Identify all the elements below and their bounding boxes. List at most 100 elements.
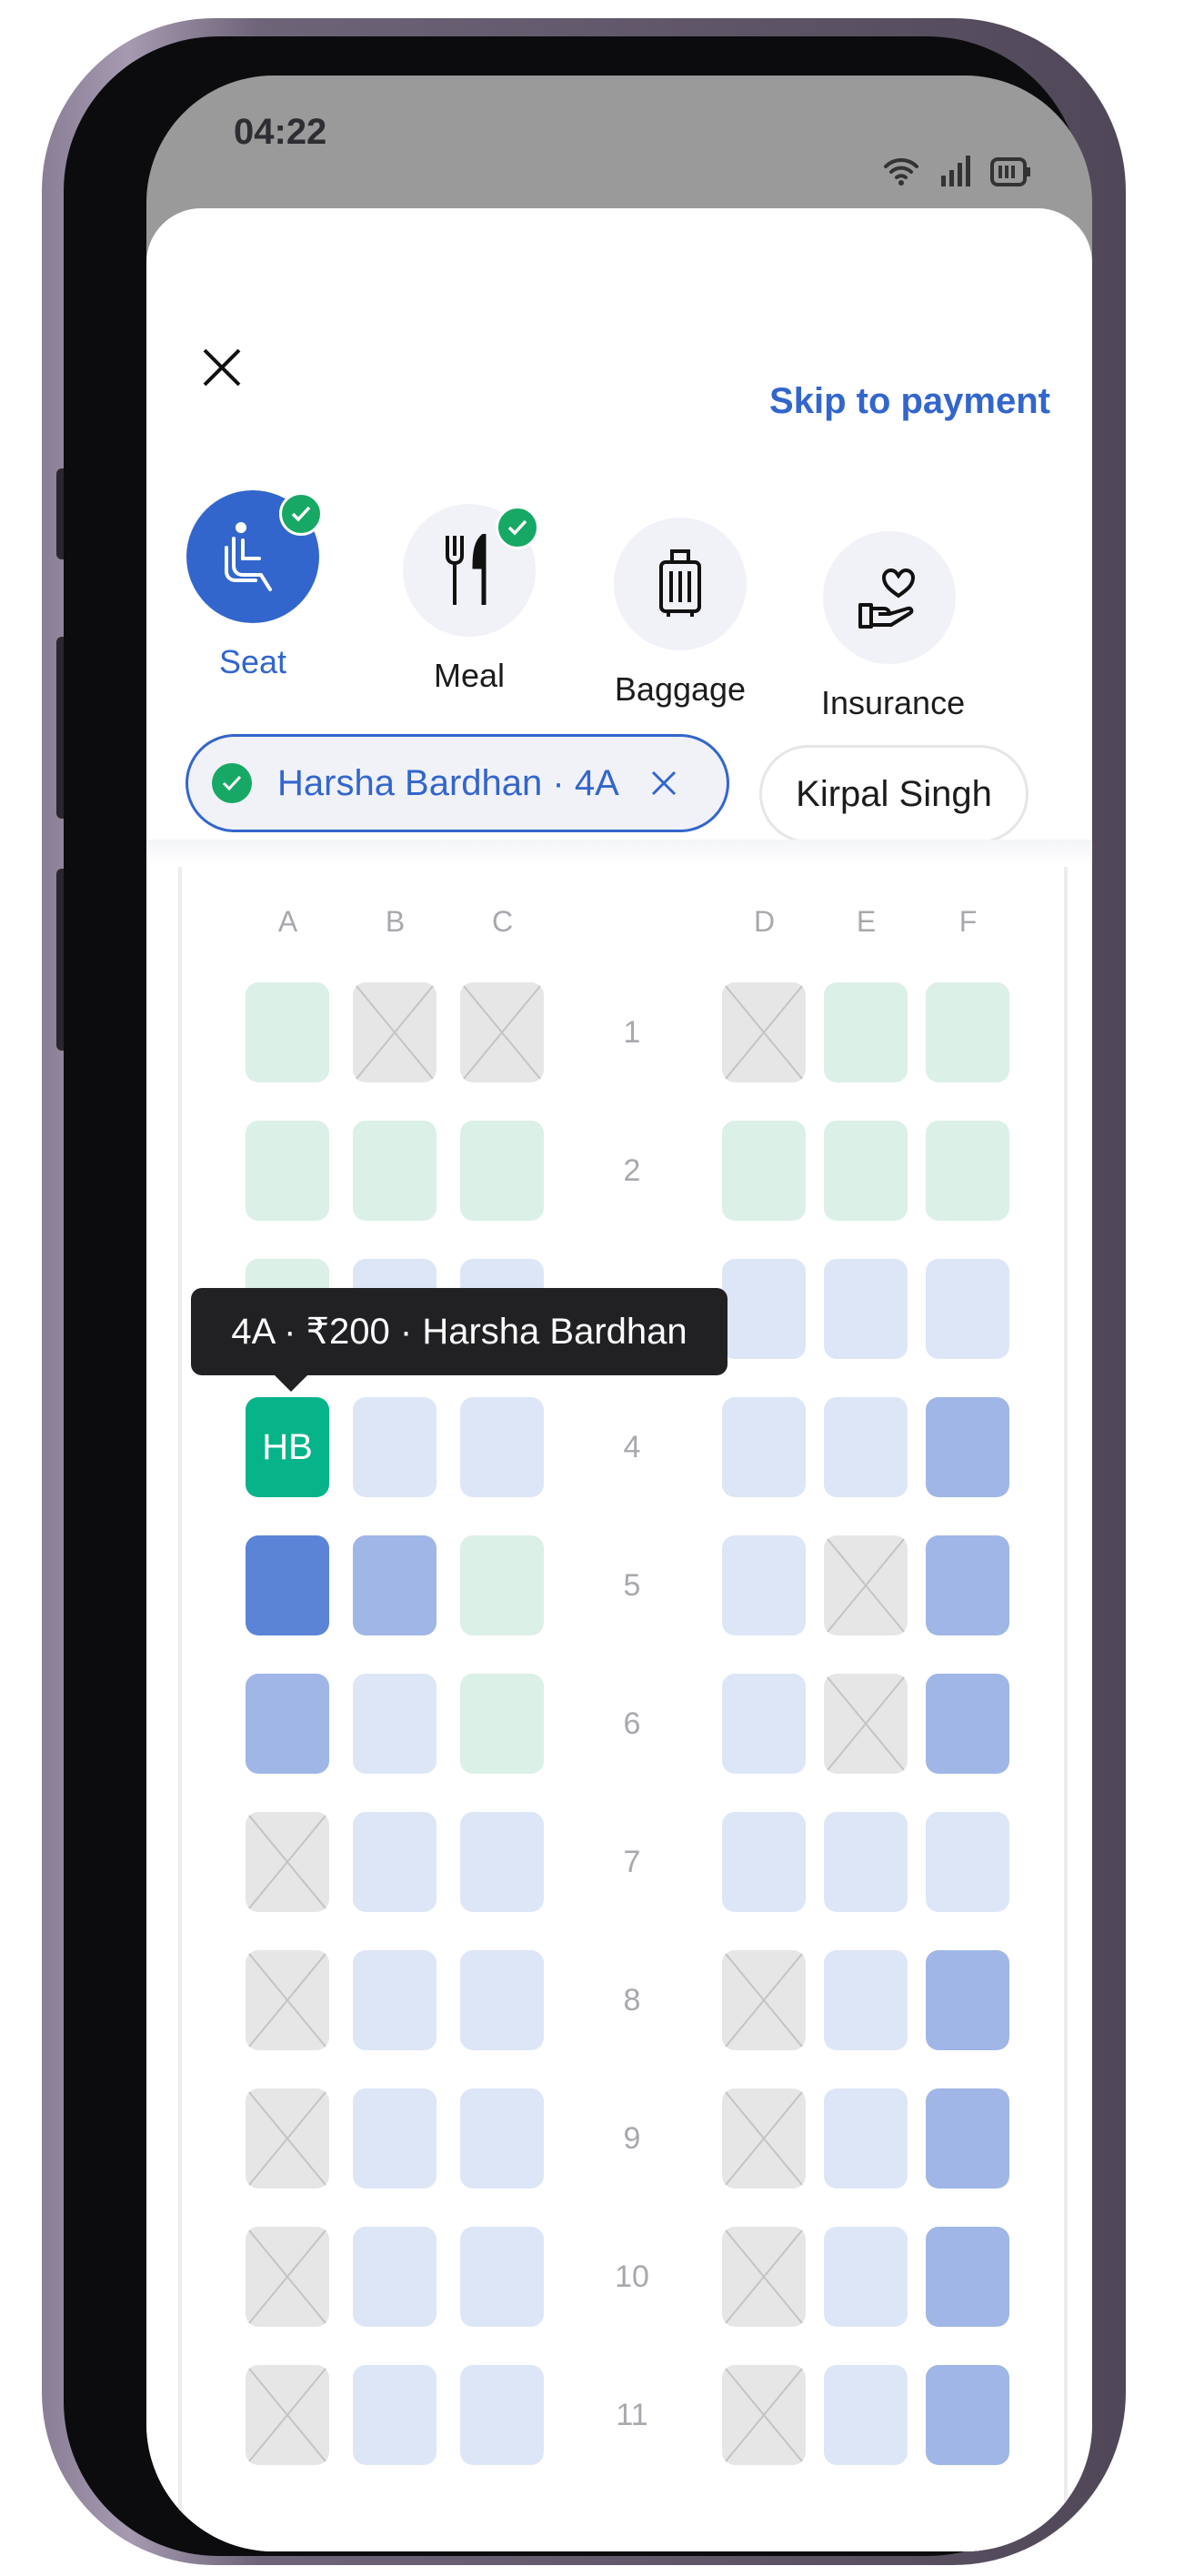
seat-2B[interactable] [353,1121,436,1221]
seat-3E[interactable] [824,1259,908,1359]
seat-8A [246,1950,329,2050]
seat-7C[interactable] [460,1812,544,1912]
seat-3F[interactable] [926,1259,1009,1359]
column-label: A [277,905,298,938]
seat-2D[interactable] [722,1121,806,1221]
status-time: 04:22 [234,112,327,152]
seat-6A[interactable] [246,1674,329,1774]
seat-11A [246,2365,329,2465]
unavailable-x-icon [725,2091,803,2186]
seat-10C[interactable] [460,2227,544,2327]
row-number: 6 [623,1706,641,1741]
unavailable-x-icon [248,1953,326,2048]
seat-5A[interactable] [246,1535,329,1635]
cutlery-icon [446,534,487,605]
row-number: 9 [623,2121,641,2156]
unavailable-x-icon [827,1676,905,1771]
remove-icon[interactable] [650,770,677,797]
unavailable-x-icon [248,2368,326,2462]
check-circle-icon [212,763,252,803]
seat-4C[interactable] [460,1397,544,1497]
seat-9A [246,2088,329,2189]
unavailable-x-icon [725,1953,803,2048]
column-label: B [385,905,406,938]
seat-4A[interactable]: HB [246,1397,329,1497]
tab-label: Baggage [614,670,747,708]
close-icon[interactable] [199,345,245,390]
seat-11B[interactable] [353,2365,436,2465]
row-number: 11 [616,2398,648,2432]
seat-10F[interactable] [926,2227,1009,2327]
unavailable-x-icon [356,985,434,1080]
seat-4B[interactable] [353,1397,436,1497]
hand-heart-icon [858,568,916,629]
unavailable-x-icon [725,2229,803,2324]
seat-3D[interactable] [722,1259,806,1359]
seat-9E[interactable] [824,2088,908,2189]
tab-meal[interactable]: Meal [401,504,539,695]
seat-5F[interactable] [926,1535,1009,1635]
seat-1A[interactable] [246,982,329,1082]
seat-map-top-shadow [146,840,1092,867]
seat-2F[interactable] [926,1121,1009,1221]
seat-6B[interactable] [353,1674,436,1774]
seat-2C[interactable] [460,1121,544,1221]
seat-8B[interactable] [353,1950,436,2050]
tab-baggage[interactable]: Baggage [612,518,748,709]
signal-icon [941,156,970,186]
screen: 04:22 Skip to payment Seat Meal Baggage … [146,75,1092,2551]
seat-initials: HB [262,1426,313,1467]
passenger-chip-active[interactable]: Harsha Bardhan · 4A [186,734,729,832]
seat-7D[interactable] [722,1812,806,1912]
seat-2A[interactable] [246,1121,329,1221]
unavailable-x-icon [248,2091,326,2186]
seat-1D [722,982,806,1082]
seat-4E[interactable] [824,1397,908,1497]
seat-10D [722,2227,806,2327]
seat-2E[interactable] [824,1121,908,1221]
seat-10B[interactable] [353,2227,436,2327]
seat-8E[interactable] [824,1950,908,2050]
seat-10E[interactable] [824,2227,908,2327]
seat-5C[interactable] [460,1535,544,1635]
skip-to-payment-link[interactable]: Skip to payment [769,381,1050,422]
seat-4F[interactable] [926,1397,1009,1497]
seat-5D[interactable] [722,1535,806,1635]
seat-11C[interactable] [460,2365,544,2465]
seat-1C [460,982,544,1082]
seat-7A [246,1812,329,1912]
seat-7B[interactable] [353,1812,436,1912]
passenger-name: Harsha Bardhan · 4A [277,762,619,803]
status-icons [883,156,1030,186]
tab-insurance[interactable]: Insurance [821,531,966,722]
seat-11E[interactable] [824,2365,908,2465]
passenger-name: Kirpal Singh [796,773,992,814]
seat-8C[interactable] [460,1950,544,2050]
seat-7F[interactable] [926,1812,1009,1912]
tab-seat[interactable]: Seat [185,490,323,681]
row-number: 4 [623,1430,641,1464]
seat-map: ABCDEF1234HB5678910114A · ₹200 · Harsha … [178,850,1068,2551]
seat-4D[interactable] [722,1397,806,1497]
row-number: 2 [623,1153,641,1188]
row-number: 1 [623,1015,641,1050]
seat-6D[interactable] [722,1674,806,1774]
unavailable-x-icon [725,2368,803,2462]
seat-6C[interactable] [460,1674,544,1774]
battery-icon [990,157,1030,186]
seat-1E[interactable] [824,982,908,1082]
tab-label: Insurance [821,684,966,721]
seat-11F[interactable] [926,2365,1009,2465]
seat-6F[interactable] [926,1674,1009,1774]
seat-9B[interactable] [353,2088,436,2189]
seat-9C[interactable] [460,2088,544,2189]
column-label: E [856,905,877,938]
seat-1F[interactable] [926,982,1009,1082]
seat-8F[interactable] [926,1950,1009,2050]
seat-5B[interactable] [353,1535,436,1635]
seat-7E[interactable] [824,1812,908,1912]
passenger-chip[interactable]: Kirpal Singh [759,745,1028,843]
seat-9F[interactable] [926,2088,1009,2189]
seat-tooltip: 4A · ₹200 · Harsha Bardhan [191,1288,727,1392]
column-label: D [753,905,776,938]
